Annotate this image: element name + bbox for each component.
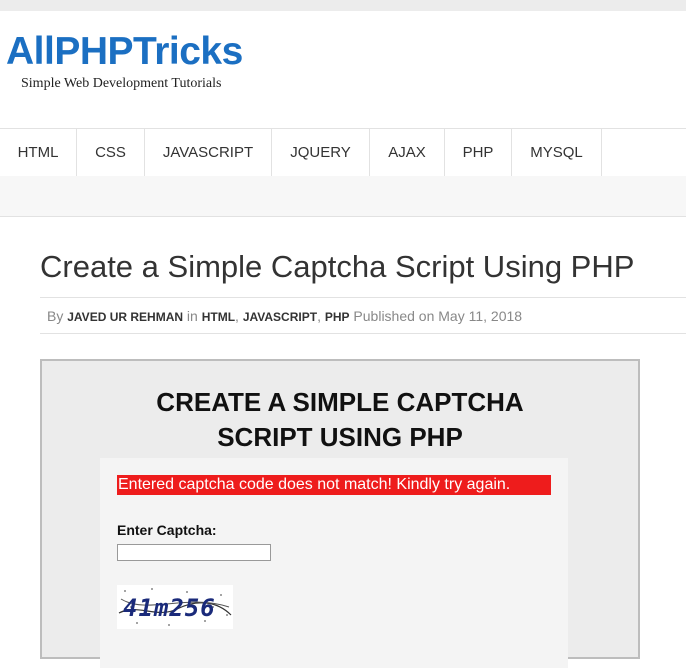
category-link-html[interactable]: HTML [202, 310, 235, 324]
nav-item-jquery[interactable]: JQUERY [272, 129, 370, 176]
published-date: May 11, 2018 [438, 308, 523, 324]
post-meta: By JAVED UR REHMAN in HTML, JAVASCRIPT, … [40, 297, 686, 334]
site-logo[interactable]: AllPHPTricks Simple Web Development Tuto… [6, 30, 276, 100]
nav-item-html[interactable]: HTML [0, 129, 77, 176]
post-title: Create a Simple Captcha Script Using PHP [40, 249, 635, 284]
secondary-nav-bar [0, 176, 686, 217]
nav-item-css[interactable]: CSS [77, 129, 145, 176]
main-navigation: HTML CSS JAVASCRIPT JQUERY AJAX PHP MYSQ… [0, 128, 686, 177]
category-separator: , [235, 308, 239, 324]
captcha-input[interactable] [117, 544, 271, 561]
captcha-image: 41m256 [117, 585, 233, 629]
captcha-code-text: 41m256 [123, 594, 216, 622]
nav-item-javascript[interactable]: JAVASCRIPT [145, 129, 272, 176]
category-link-php[interactable]: PHP [325, 310, 350, 324]
nav-item-mysql[interactable]: MYSQL [512, 129, 602, 176]
captcha-error-message: Entered captcha code does not match! Kin… [117, 475, 551, 495]
meta-in-label: in [186, 308, 198, 324]
logo-tagline: Simple Web Development Tutorials [21, 76, 222, 91]
published-label: Published on [353, 308, 435, 324]
featured-image: CREATE A SIMPLE CAPTCHA SCRIPT USING PHP… [40, 359, 640, 668]
featured-title-line-2: SCRIPT USING PHP [217, 422, 463, 452]
top-bar [0, 0, 686, 11]
featured-title-line-1: CREATE A SIMPLE CAPTCHA [156, 387, 524, 417]
logo-text: AllPHPTricks [6, 30, 243, 73]
featured-image-title: CREATE A SIMPLE CAPTCHA SCRIPT USING PHP [42, 385, 638, 455]
captcha-label: Enter Captcha: [117, 522, 217, 538]
captcha-form-demo: Entered captcha code does not match! Kin… [100, 458, 568, 668]
author-link[interactable]: JAVED UR REHMAN [67, 310, 183, 324]
nav-item-php[interactable]: PHP [445, 129, 512, 176]
category-link-javascript[interactable]: JAVASCRIPT [243, 310, 317, 324]
nav-item-ajax[interactable]: AJAX [370, 129, 445, 176]
meta-by-label: By [47, 308, 64, 324]
category-separator: , [317, 308, 321, 324]
